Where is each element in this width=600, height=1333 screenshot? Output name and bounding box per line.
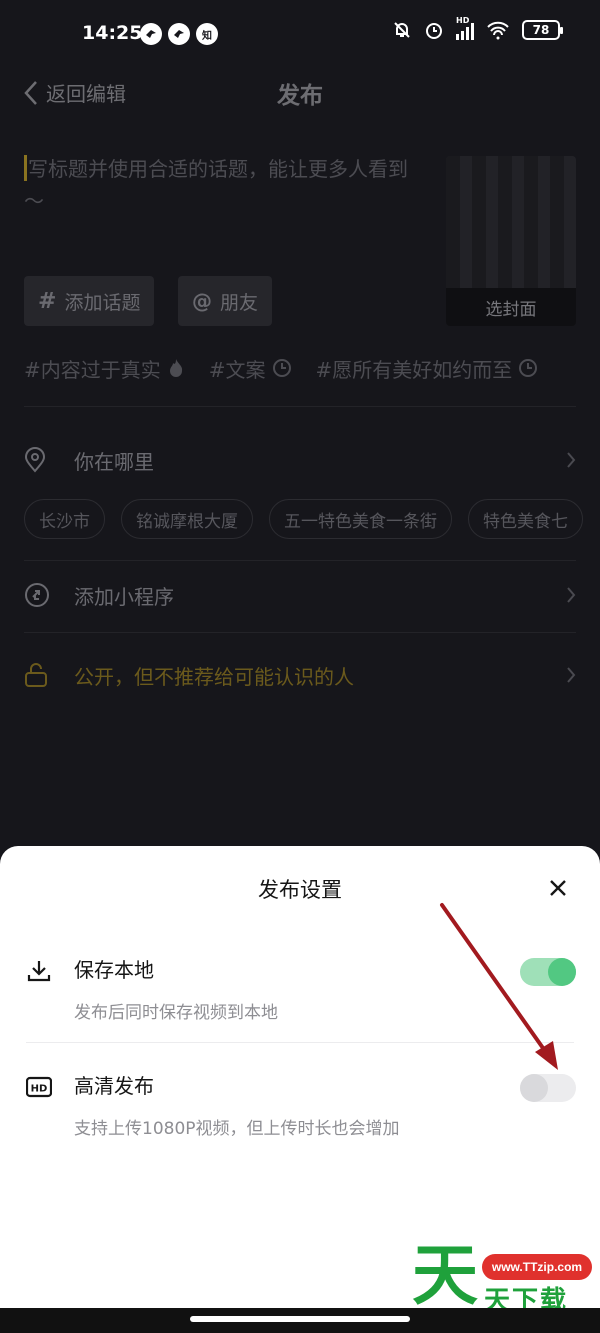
hd-icon: HD bbox=[26, 1076, 52, 1098]
mention-friend-label: 朋友 bbox=[220, 291, 259, 314]
toggle-knob bbox=[548, 958, 576, 986]
wifi-icon bbox=[487, 21, 509, 40]
hot-topic-item[interactable]: #愿所有美好如约而至 bbox=[316, 352, 539, 384]
save-local-toggle[interactable] bbox=[520, 958, 576, 986]
location-chip[interactable]: 五一特色美食一条街 bbox=[269, 499, 452, 539]
site-watermark: 天 www.TTzip.com 天下载 bbox=[412, 1240, 592, 1316]
sheet-divider bbox=[26, 1042, 574, 1043]
chevron-right-icon bbox=[567, 587, 576, 603]
status-bar: 14:25 知 HD 78 bbox=[0, 0, 600, 66]
location-chip[interactable]: 长沙市 bbox=[24, 499, 105, 539]
privacy-row[interactable]: 公开，但不推荐给可能认识的人 bbox=[24, 655, 576, 695]
page-title: 发布 bbox=[277, 83, 323, 109]
cover-thumbnail bbox=[446, 156, 576, 290]
fire-icon bbox=[169, 359, 182, 377]
location-suggestions: 长沙市 铭诚摩根大厦 五一特色美食一条街 特色美食七 bbox=[24, 499, 600, 539]
alarm-icon bbox=[426, 23, 442, 39]
bell-off-icon bbox=[394, 22, 410, 38]
unlock-icon bbox=[24, 662, 54, 688]
link-icon bbox=[24, 582, 54, 608]
caption-placeholder: 写标题并使用合适的话题，能让更多人看到～ bbox=[24, 157, 408, 213]
location-label: 你在哪里 bbox=[74, 449, 154, 474]
privacy-label: 公开，但不推荐给可能认识的人 bbox=[74, 664, 354, 689]
chevron-right-icon bbox=[567, 452, 576, 468]
watermark-logo-char: 天 bbox=[412, 1237, 478, 1314]
hot-topic-text: #内容过于真实 bbox=[24, 357, 161, 382]
home-indicator[interactable] bbox=[190, 1316, 410, 1322]
hd-publish-toggle[interactable] bbox=[520, 1074, 576, 1102]
mini-program-row[interactable]: 添加小程序 bbox=[24, 575, 576, 615]
zhihu-app-icon: 知 bbox=[196, 23, 218, 45]
close-icon bbox=[550, 880, 566, 896]
hot-topic-item[interactable]: #文案 bbox=[209, 352, 292, 384]
save-local-description: 发布后同时保存视频到本地 bbox=[74, 1003, 278, 1023]
svg-text:HD: HD bbox=[31, 1084, 48, 1095]
clock-icon bbox=[519, 359, 538, 377]
sheet-title: 发布设置 bbox=[258, 878, 342, 902]
status-time: 14:25 bbox=[82, 22, 143, 44]
hashtag-icon: # bbox=[38, 288, 57, 314]
text-caret bbox=[24, 155, 27, 181]
mini-program-label: 添加小程序 bbox=[74, 584, 174, 609]
cover-preview[interactable]: 选封面 bbox=[446, 156, 576, 326]
add-topic-button[interactable]: # 添加话题 bbox=[24, 276, 155, 326]
hd-publish-label: 高清发布 bbox=[74, 1074, 154, 1098]
status-icons: HD 78 bbox=[392, 16, 563, 40]
save-local-label: 保存本地 bbox=[74, 958, 154, 982]
publish-screen: 14:25 知 HD 78 返回编辑 发布 写标题并使用合适的话题，能让更多人看… bbox=[0, 0, 600, 1333]
bird-app-icon bbox=[140, 23, 162, 45]
hot-topic-list: #内容过于真实 #文案 #愿所有美好如约而至 bbox=[24, 352, 600, 384]
battery-indicator: 78 bbox=[522, 20, 563, 40]
chevron-right-icon bbox=[567, 667, 576, 683]
hd-publish-description: 支持上传1080P视频，但上传时长也会增加 bbox=[74, 1119, 400, 1139]
signal-icon: HD bbox=[456, 16, 474, 40]
hot-topic-text: #文案 bbox=[208, 357, 266, 382]
toggle-knob bbox=[520, 1074, 548, 1102]
close-button[interactable] bbox=[546, 876, 570, 900]
location-chip[interactable]: 特色美食七 bbox=[468, 499, 583, 539]
section-divider bbox=[24, 632, 576, 633]
caption-input[interactable]: 写标题并使用合适的话题，能让更多人看到～ bbox=[24, 153, 424, 217]
top-nav: 返回编辑 发布 bbox=[0, 66, 600, 118]
location-chip[interactable]: 铭诚摩根大厦 bbox=[121, 499, 253, 539]
section-divider bbox=[24, 406, 576, 407]
save-local-setting: 保存本地 发布后同时保存视频到本地 bbox=[26, 954, 576, 1034]
hd-signal-label: HD bbox=[456, 16, 470, 25]
add-topic-label: 添加话题 bbox=[64, 291, 141, 314]
select-cover-button[interactable]: 选封面 bbox=[446, 288, 576, 326]
watermark-url: www.TTzip.com bbox=[482, 1254, 592, 1280]
hot-topic-text: #愿所有美好如约而至 bbox=[315, 357, 513, 382]
hd-publish-setting: HD 高清发布 支持上传1080P视频，但上传时长也会增加 bbox=[26, 1070, 576, 1150]
gesture-bar bbox=[0, 1308, 600, 1333]
section-divider bbox=[24, 560, 576, 561]
bird-app-icon-2 bbox=[168, 23, 190, 45]
location-row[interactable]: 你在哪里 bbox=[24, 440, 576, 480]
mention-friend-button[interactable]: @ 朋友 bbox=[178, 276, 273, 326]
hot-topic-item[interactable]: #内容过于真实 bbox=[24, 352, 185, 384]
at-icon: @ bbox=[192, 289, 212, 313]
clock-icon bbox=[272, 359, 291, 377]
location-pin-icon bbox=[24, 447, 54, 473]
download-icon bbox=[27, 961, 51, 982]
